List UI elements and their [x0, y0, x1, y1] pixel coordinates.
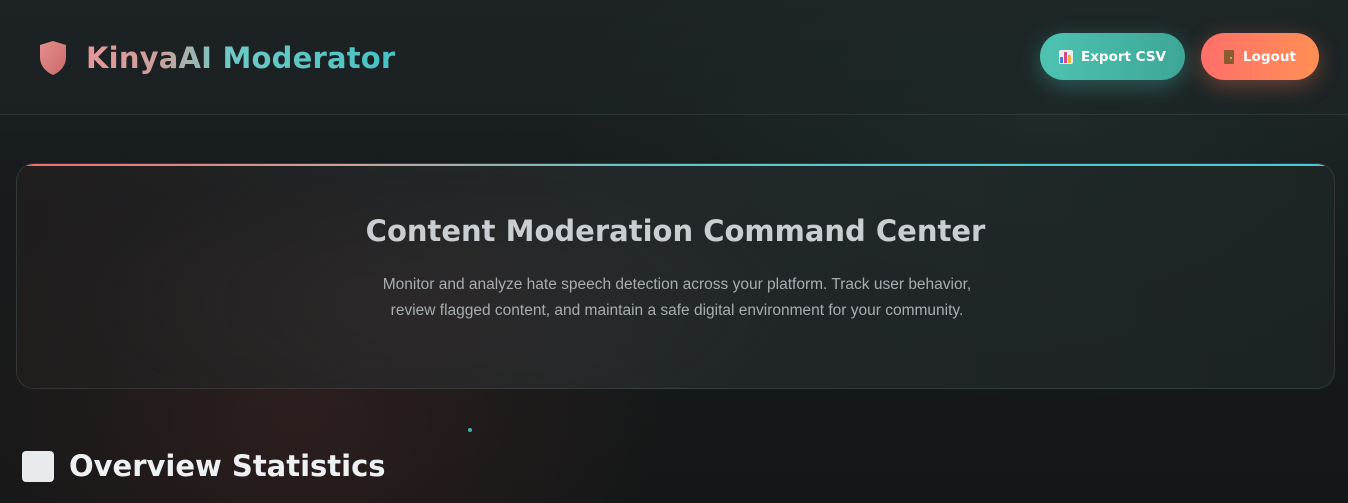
export-csv-button[interactable]: Export CSV — [1040, 33, 1185, 80]
brand[interactable]: KinyaAI Moderator — [38, 40, 395, 76]
logout-button[interactable]: Logout — [1201, 33, 1319, 80]
bar-chart-icon — [1058, 49, 1073, 64]
hero-description: Monitor and analyze hate speech detectio… — [382, 276, 972, 319]
shield-icon — [40, 41, 66, 75]
top-header: KinyaAI Moderator Export CSV Logout — [0, 0, 1348, 115]
door-icon — [1224, 49, 1235, 64]
hero-card: Content Moderation Command Center Monito… — [16, 163, 1335, 389]
logout-label: Logout — [1243, 48, 1296, 65]
overview-heading: Overview Statistics — [22, 449, 386, 483]
square-icon — [22, 450, 54, 482]
brand-title: KinyaAI Moderator — [86, 41, 396, 75]
hero-title: Content Moderation Command Center — [365, 214, 986, 248]
overview-title: Overview Statistics — [69, 449, 386, 483]
decorative-dot — [468, 428, 472, 432]
export-csv-label: Export CSV — [1080, 48, 1166, 65]
